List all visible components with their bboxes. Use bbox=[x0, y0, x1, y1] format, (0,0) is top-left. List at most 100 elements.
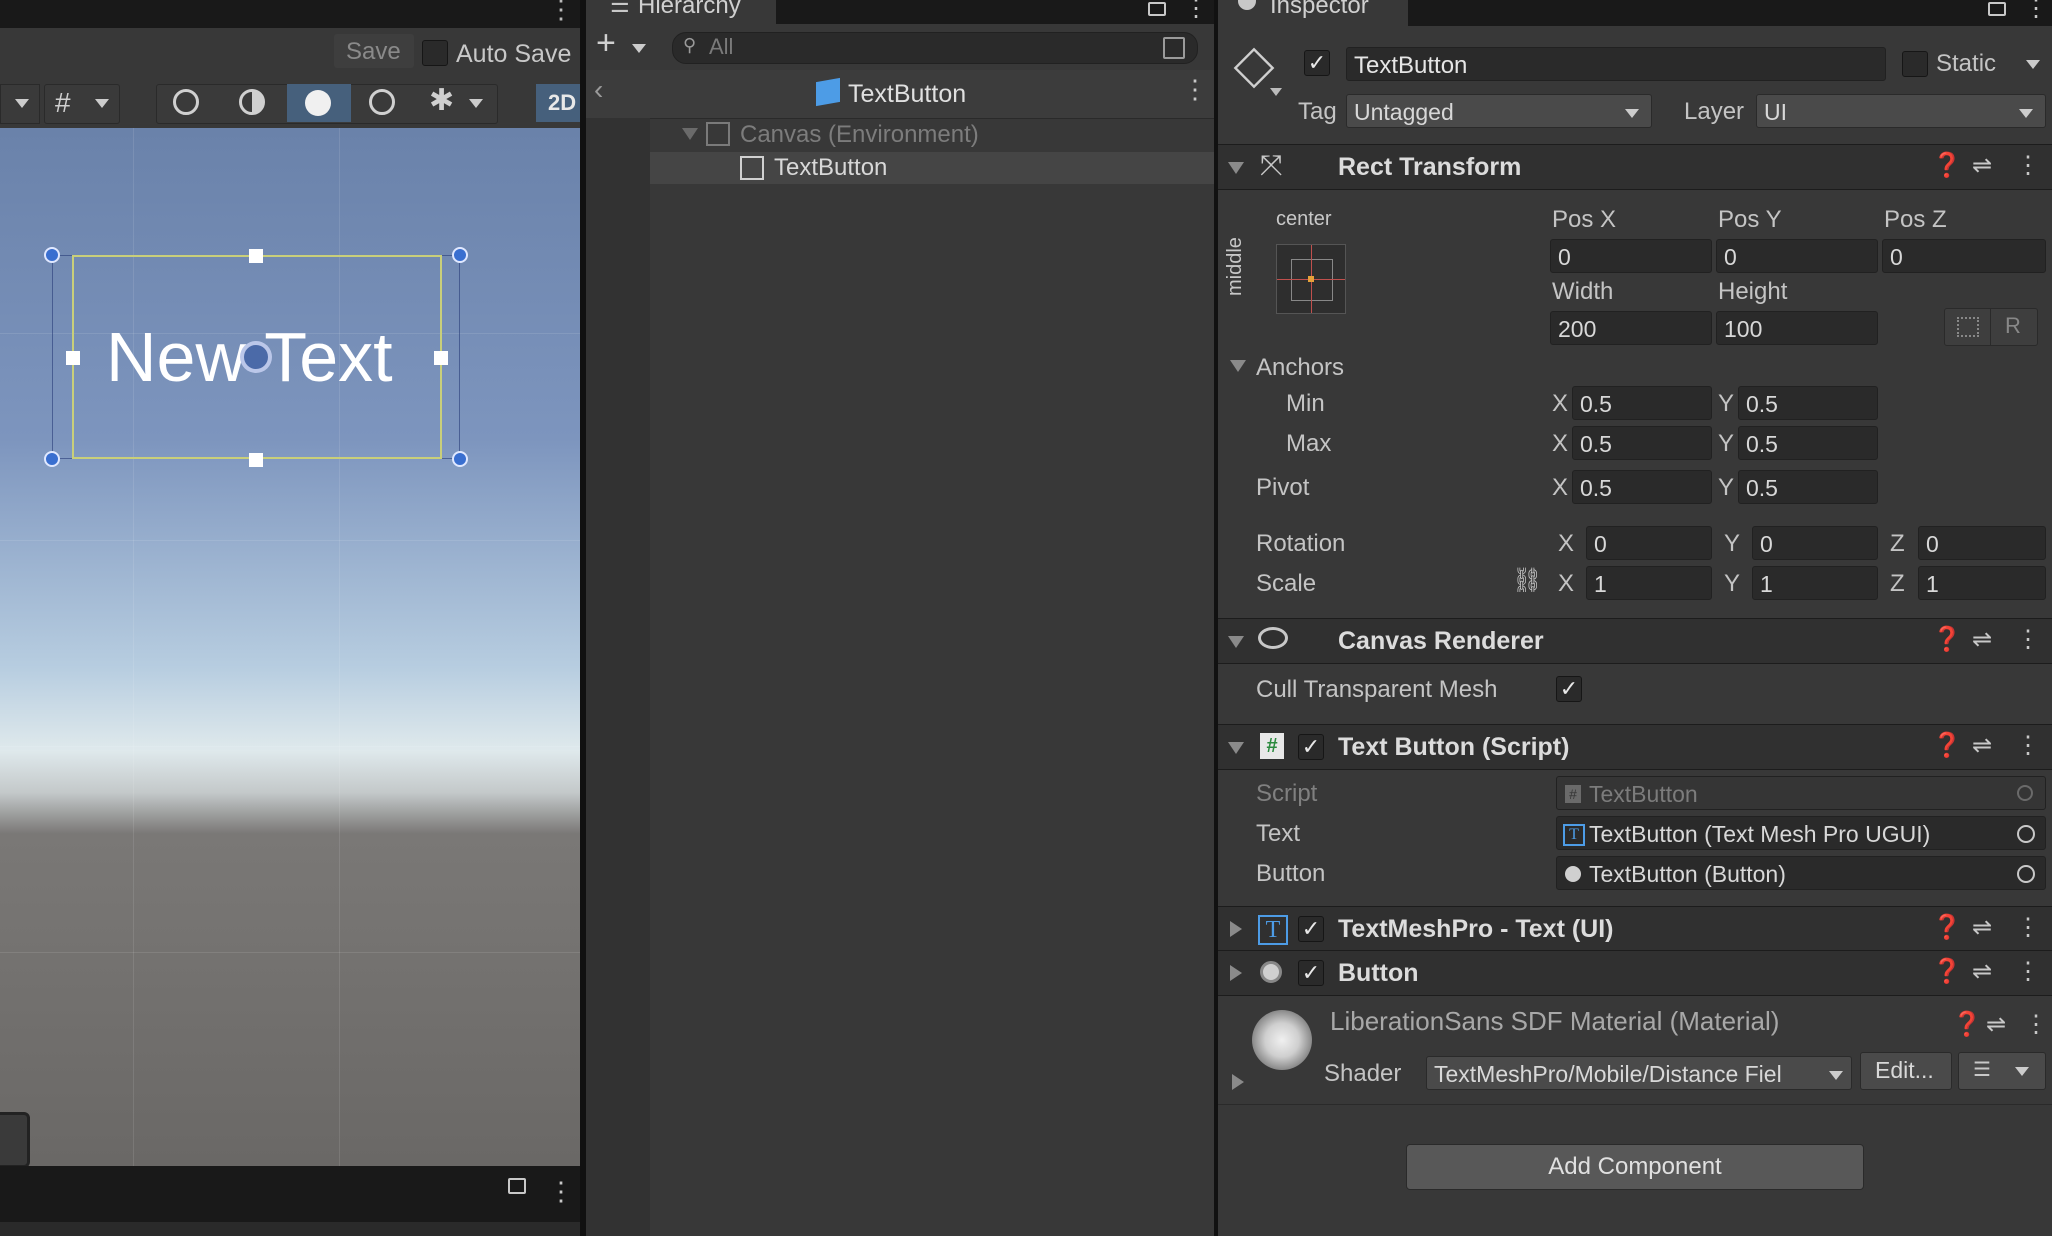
object-name-field[interactable]: TextButton bbox=[1346, 47, 1886, 81]
tag-dropdown[interactable]: Untagged bbox=[1346, 94, 1652, 128]
height-field[interactable]: 100 bbox=[1716, 311, 1878, 345]
object-picker-icon[interactable] bbox=[2017, 825, 2035, 843]
more-icon[interactable]: ⋮ bbox=[548, 0, 574, 25]
more-icon[interactable]: ⋮ bbox=[2016, 913, 2040, 942]
collapsed-arrow-icon[interactable] bbox=[1230, 921, 1242, 937]
help-icon[interactable]: ❓ bbox=[1932, 957, 1962, 986]
rotation-x-field[interactable]: 0 bbox=[1586, 526, 1712, 560]
static-checkbox[interactable] bbox=[1902, 51, 1928, 77]
more-icon[interactable]: ⋮ bbox=[548, 1176, 574, 1207]
anchor-preset-button[interactable] bbox=[1276, 244, 1346, 314]
cull-transparent-checkbox[interactable]: ✓ bbox=[1556, 676, 1582, 702]
canvas-renderer-header[interactable]: Canvas Renderer ❓ ⇌ ⋮ bbox=[1218, 618, 2052, 664]
handle-bottom-right[interactable] bbox=[452, 451, 468, 467]
pivot-gizmo-icon[interactable] bbox=[240, 341, 272, 373]
lock-icon[interactable] bbox=[1988, 2, 2006, 16]
expand-arrow-icon[interactable] bbox=[1228, 742, 1244, 754]
handle-bottom-mid[interactable] bbox=[249, 453, 263, 467]
more-icon[interactable]: ⋮ bbox=[2016, 957, 2040, 986]
pivot-x-field[interactable]: 0.5 bbox=[1572, 470, 1712, 504]
active-checkbox[interactable]: ✓ bbox=[1304, 50, 1330, 76]
expand-search-icon[interactable] bbox=[1163, 37, 1185, 59]
anchor-min-y-field[interactable]: 0.5 bbox=[1738, 386, 1878, 420]
expand-arrow-icon[interactable] bbox=[1228, 636, 1244, 648]
anchor-max-y-field[interactable]: 0.5 bbox=[1738, 426, 1878, 460]
help-icon[interactable]: ❓ bbox=[1932, 625, 1962, 654]
rotation-z-field[interactable]: 0 bbox=[1918, 526, 2046, 560]
grid-snap-button[interactable]: # bbox=[44, 84, 120, 124]
shader-edit-button[interactable]: Edit... bbox=[1860, 1052, 1952, 1090]
textmeshpro-header[interactable]: T ✓ TextMeshPro - Text (UI) ❓ ⇌ ⋮ bbox=[1218, 906, 2052, 952]
help-icon[interactable]: ❓ bbox=[1932, 731, 1962, 760]
debug-bug-icon[interactable]: ✱ bbox=[429, 83, 454, 118]
shader-dropdown[interactable]: TextMeshPro/Mobile/Distance Fiel bbox=[1426, 1056, 1852, 1090]
button-ref-field[interactable]: TextButton (Button) bbox=[1556, 856, 2046, 890]
pivot-y-field[interactable]: 0.5 bbox=[1738, 470, 1878, 504]
more-icon[interactable]: ⋮ bbox=[1182, 74, 1208, 105]
posx-field[interactable]: 0 bbox=[1550, 239, 1712, 273]
hierarchy-row-canvas[interactable]: Canvas (Environment) bbox=[586, 120, 1214, 150]
posz-field[interactable]: 0 bbox=[1882, 239, 2046, 273]
search-input[interactable]: ⚲ All bbox=[672, 32, 1198, 64]
scale-z-field[interactable]: 1 bbox=[1918, 566, 2046, 600]
unlit-icon[interactable] bbox=[369, 89, 395, 115]
more-icon[interactable]: ⋮ bbox=[2016, 151, 2040, 180]
material-preview-thumbnail[interactable] bbox=[1252, 1010, 1312, 1070]
more-icon[interactable]: ⋮ bbox=[2024, 0, 2048, 23]
help-icon[interactable]: ❓ bbox=[1932, 913, 1962, 942]
width-field[interactable]: 200 bbox=[1550, 311, 1712, 345]
more-icon[interactable]: ⋮ bbox=[2016, 625, 2040, 654]
handle-left-mid[interactable] bbox=[66, 351, 80, 365]
presets-icon[interactable]: ⇌ bbox=[1972, 731, 1992, 760]
unlink-scale-icon[interactable]: ⛓ bbox=[1512, 566, 1542, 595]
object-picker-icon[interactable] bbox=[2017, 865, 2035, 883]
expand-arrow-icon[interactable] bbox=[1228, 162, 1244, 174]
scale-x-field[interactable]: 1 bbox=[1586, 566, 1712, 600]
posy-field[interactable]: 0 bbox=[1716, 239, 1878, 273]
presets-icon[interactable]: ⇌ bbox=[1972, 957, 1992, 986]
back-chevron-icon[interactable]: ‹ bbox=[594, 74, 603, 106]
help-icon[interactable]: ❓ bbox=[1952, 1010, 1982, 1039]
chevron-down-icon[interactable] bbox=[1270, 88, 1282, 96]
chevron-down-icon[interactable] bbox=[2026, 60, 2040, 69]
component-enabled-checkbox[interactable]: ✓ bbox=[1298, 734, 1324, 760]
rect-transform-header[interactable]: ⤧ Rect Transform ❓ ⇌ ⋮ bbox=[1218, 144, 2052, 190]
tool-dropdown[interactable] bbox=[0, 84, 40, 124]
presets-icon[interactable]: ⇌ bbox=[1972, 913, 1992, 942]
more-icon[interactable]: ⋮ bbox=[2024, 1010, 2048, 1039]
text-button-script-header[interactable]: # ✓ Text Button (Script) ❓ ⇌ ⋮ bbox=[1218, 724, 2052, 770]
raw-edit-button[interactable]: R bbox=[1990, 308, 2038, 346]
2d-toggle-button[interactable]: 2D bbox=[536, 84, 580, 122]
expand-arrow-icon[interactable] bbox=[682, 128, 698, 140]
scene-viewport[interactable]: New Text bbox=[0, 128, 580, 1166]
anchors-expand-icon[interactable] bbox=[1230, 360, 1246, 372]
chevron-down-icon[interactable] bbox=[469, 99, 483, 108]
presets-icon[interactable]: ⇌ bbox=[1972, 151, 1992, 180]
auto-save-checkbox[interactable] bbox=[422, 40, 448, 66]
rotation-y-field[interactable]: 0 bbox=[1752, 526, 1878, 560]
more-icon[interactable]: ⋮ bbox=[1184, 0, 1208, 23]
handle-right-mid[interactable] bbox=[434, 351, 448, 365]
help-icon[interactable]: ❓ bbox=[1932, 151, 1962, 180]
handle-top-left[interactable] bbox=[44, 247, 60, 263]
handle-top-right[interactable] bbox=[452, 247, 468, 263]
shader-options-button[interactable]: ☰ bbox=[1958, 1052, 2046, 1090]
gameobject-cube-icon[interactable] bbox=[1233, 47, 1275, 89]
tab-inspector[interactable]: Inspector bbox=[1218, 0, 1408, 26]
chevron-down-icon[interactable] bbox=[632, 44, 646, 53]
add-icon[interactable]: + bbox=[596, 24, 616, 63]
lock-icon[interactable] bbox=[1148, 2, 1166, 16]
component-enabled-checkbox[interactable]: ✓ bbox=[1298, 960, 1324, 986]
more-icon[interactable]: ⋮ bbox=[2016, 731, 2040, 760]
presets-icon[interactable]: ⇌ bbox=[1986, 1010, 2006, 1039]
presets-icon[interactable]: ⇌ bbox=[1972, 625, 1992, 654]
save-button[interactable]: Save bbox=[334, 34, 414, 68]
wireframe-globe-icon[interactable] bbox=[173, 89, 199, 115]
overlay-corner-widget[interactable] bbox=[0, 1112, 30, 1166]
component-enabled-checkbox[interactable]: ✓ bbox=[1298, 916, 1324, 942]
text-ref-field[interactable]: T TextButton (Text Mesh Pro UGUI) bbox=[1556, 816, 2046, 850]
tab-hierarchy[interactable]: ☰ Hierarchy bbox=[586, 0, 776, 24]
blueprint-mode-button[interactable] bbox=[1944, 308, 1992, 346]
handle-top-mid[interactable] bbox=[249, 249, 263, 263]
layer-dropdown[interactable]: UI bbox=[1756, 94, 2046, 128]
